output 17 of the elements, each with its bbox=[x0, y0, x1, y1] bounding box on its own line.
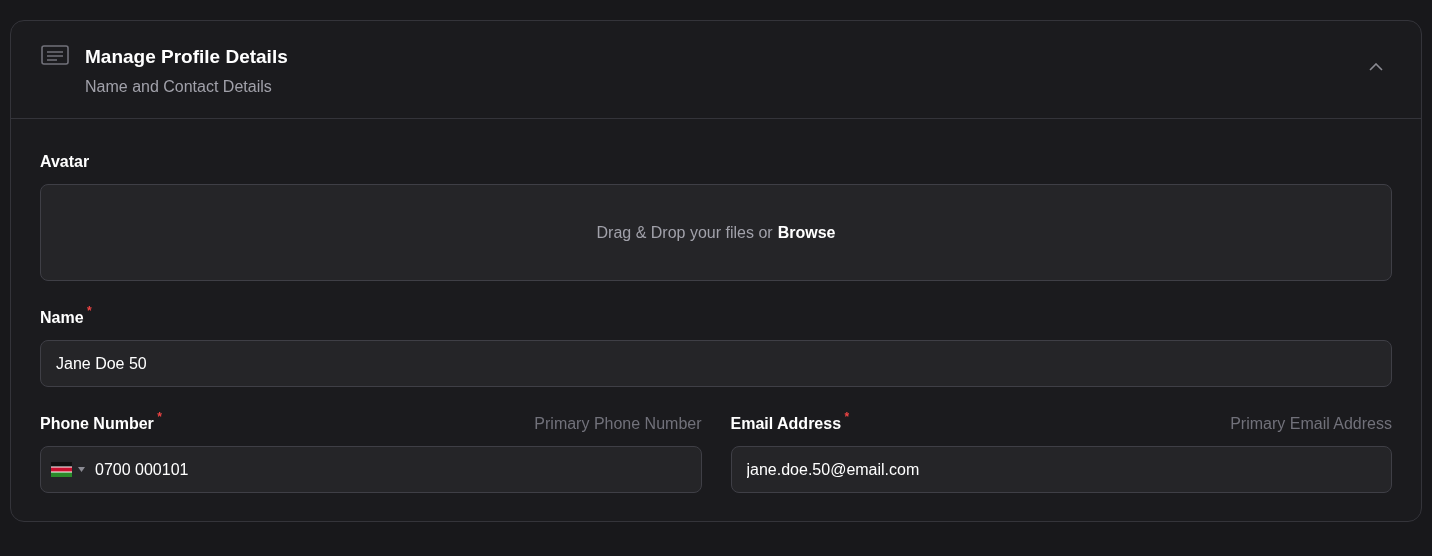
document-icon bbox=[41, 45, 69, 67]
required-asterisk: * bbox=[157, 410, 162, 424]
file-dropzone[interactable]: Drag & Drop your files or Browse bbox=[40, 184, 1392, 281]
panel-title: Manage Profile Details bbox=[85, 45, 289, 69]
chevron-up-icon bbox=[1369, 63, 1383, 71]
field-hint: Primary Email Address bbox=[1230, 415, 1392, 433]
field-label: Avatar bbox=[40, 153, 91, 171]
field-hint: Primary Phone Number bbox=[534, 415, 702, 433]
email-input[interactable]: jane.doe.50@email.com bbox=[730, 446, 1392, 493]
required-asterisk: * bbox=[86, 304, 92, 318]
name-input[interactable]: Jane Doe 50 bbox=[40, 340, 1392, 387]
panel-subtitle: Name and Contact Details bbox=[85, 78, 273, 96]
flag-icon bbox=[51, 462, 72, 477]
browse-link[interactable]: Browse bbox=[777, 223, 836, 242]
caret-icon bbox=[78, 467, 85, 472]
required-asterisk: * bbox=[844, 410, 850, 424]
dropzone-text: Drag & Drop your files or bbox=[596, 223, 773, 242]
